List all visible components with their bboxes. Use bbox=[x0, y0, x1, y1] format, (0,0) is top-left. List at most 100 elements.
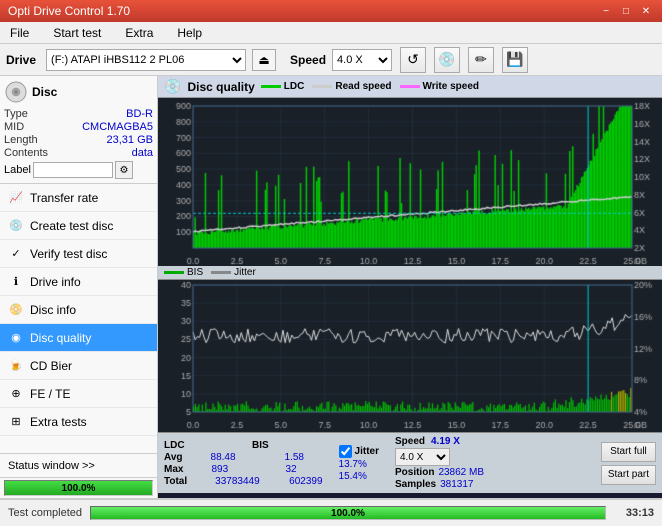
disc-type-value: BD-R bbox=[52, 108, 153, 120]
drivebar: Drive (F:) ATAPI iHBS112 2 PL06 ⏏ Speed … bbox=[0, 44, 662, 76]
sidebar: Disc Type BD-R MID CMCMAGBA5 Length 23,3… bbox=[0, 76, 158, 498]
legend-read: Read speed bbox=[312, 81, 391, 92]
avg-label: Avg bbox=[164, 452, 183, 463]
samples-row: Samples 381317 bbox=[395, 479, 484, 490]
nav-disc-quality[interactable]: ◉ Disc quality bbox=[0, 324, 157, 352]
legend-write-dot bbox=[400, 85, 420, 88]
disc-label-input[interactable] bbox=[33, 162, 113, 178]
nav-disc-info[interactable]: 📀 Disc info bbox=[0, 296, 157, 324]
speed-row: Speed 4.19 X bbox=[395, 436, 484, 447]
minimize-button[interactable]: − bbox=[598, 3, 614, 19]
speed-select[interactable]: 4.0 X bbox=[332, 49, 392, 71]
nav-transfer-rate-label: Transfer rate bbox=[30, 191, 98, 205]
disc-mid-label: MID bbox=[4, 121, 48, 133]
legend-read-label: Read speed bbox=[335, 81, 391, 92]
save-button[interactable]: 💾 bbox=[502, 47, 528, 73]
nav-cd-bier[interactable]: 🍺 CD Bier bbox=[0, 352, 157, 380]
legend-bis: BIS bbox=[164, 267, 203, 278]
stats-bar: LDC BIS Avg 88.48 1.58 Max 893 32 Total … bbox=[158, 432, 662, 493]
avg-row: Avg 88.48 1.58 bbox=[164, 452, 323, 463]
nav-verify-disc-label: Verify test disc bbox=[30, 247, 107, 261]
test-speed-select[interactable]: 4.0 X bbox=[395, 448, 450, 466]
window-controls: − □ ✕ bbox=[598, 3, 654, 19]
total-label: Total bbox=[164, 476, 187, 487]
disc-contents-label: Contents bbox=[4, 147, 48, 159]
eject-button[interactable]: ⏏ bbox=[252, 49, 276, 71]
transfer-rate-icon: 📈 bbox=[8, 190, 24, 206]
nav-extra-tests[interactable]: ⊞ Extra tests bbox=[0, 408, 157, 436]
disc-title: Disc bbox=[32, 85, 57, 99]
legend-bis-dot bbox=[164, 271, 184, 274]
nav-cd-bier-label: CD Bier bbox=[30, 359, 72, 373]
create-disc-icon: 💿 bbox=[8, 218, 24, 234]
sidebar-progress-container: 100.0% bbox=[4, 480, 153, 496]
total-ldc-value: 33783449 bbox=[215, 476, 261, 487]
disc-quality-icon: ◉ bbox=[8, 330, 24, 346]
menu-file[interactable]: File bbox=[4, 24, 35, 42]
max-row: Max 893 32 bbox=[164, 464, 323, 475]
jitter-col-header: Jitter bbox=[355, 446, 379, 457]
max-jitter-value: 15.4% bbox=[339, 471, 367, 482]
disc-label-label: Label bbox=[4, 164, 31, 176]
nav-create-disc-label: Create test disc bbox=[30, 219, 113, 233]
status-window-button[interactable]: Status window >> bbox=[0, 454, 157, 478]
stats-headers: LDC BIS bbox=[164, 440, 323, 451]
disc-info-icon: 📀 bbox=[8, 302, 24, 318]
bis-chart bbox=[158, 280, 662, 430]
samples-value: 381317 bbox=[440, 479, 473, 490]
nav-create-test-disc[interactable]: 💿 Create test disc bbox=[0, 212, 157, 240]
verify-disc-icon: ✓ bbox=[8, 246, 24, 262]
nav-verify-test-disc[interactable]: ✓ Verify test disc bbox=[0, 240, 157, 268]
samples-label: Samples bbox=[395, 479, 436, 490]
start-part-button[interactable]: Start part bbox=[601, 465, 656, 485]
ldc-bis-stats: LDC BIS Avg 88.48 1.58 Max 893 32 Total … bbox=[164, 440, 323, 487]
avg-ldc-value: 88.48 bbox=[211, 452, 257, 463]
avg-bis-value: 1.58 bbox=[285, 452, 304, 463]
extra-tests-icon: ⊞ bbox=[8, 414, 24, 430]
bottom-status-text: Test completed bbox=[8, 507, 82, 519]
nav-extra-tests-label: Extra tests bbox=[30, 415, 87, 429]
menu-help[interactable]: Help bbox=[171, 24, 208, 42]
avg-jitter-value: 13.7% bbox=[339, 459, 367, 470]
nav-transfer-rate[interactable]: 📈 Transfer rate bbox=[0, 184, 157, 212]
speed-position-stats: Speed 4.19 X 4.0 X Position 23862 MB Sam… bbox=[395, 436, 484, 490]
total-bis-value: 602399 bbox=[289, 476, 322, 487]
status-bar-area: Status window >> 100.0% bbox=[0, 453, 157, 498]
maximize-button[interactable]: □ bbox=[618, 3, 634, 19]
label-row: Label ⚙ bbox=[4, 161, 153, 179]
menu-extra[interactable]: Extra bbox=[119, 24, 159, 42]
drive-info-icon: ℹ bbox=[8, 274, 24, 290]
drive-select[interactable]: (F:) ATAPI iHBS112 2 PL06 bbox=[46, 49, 246, 71]
nav-items: 📈 Transfer rate 💿 Create test disc ✓ Ver… bbox=[0, 184, 157, 453]
app-title: Opti Drive Control 1.70 bbox=[8, 4, 130, 18]
nav-fe-te[interactable]: ⊕ FE / TE bbox=[0, 380, 157, 408]
bottom-progress-text: 100.0% bbox=[91, 507, 605, 519]
speed-stat-value: 4.19 X bbox=[431, 436, 460, 447]
ldc-col-header: LDC bbox=[164, 440, 224, 451]
start-full-button[interactable]: Start full bbox=[601, 442, 656, 462]
disc-button[interactable]: 💿 bbox=[434, 47, 460, 73]
nav-drive-info[interactable]: ℹ Drive info bbox=[0, 268, 157, 296]
write-button[interactable]: ✏ bbox=[468, 47, 494, 73]
disc-quality-title: Disc quality bbox=[187, 80, 254, 94]
disc-length-value: 23,31 GB bbox=[52, 134, 153, 146]
bis-chart-wrapper bbox=[158, 280, 662, 432]
disc-header: Disc bbox=[4, 80, 153, 104]
menu-start-test[interactable]: Start test bbox=[47, 24, 107, 42]
close-button[interactable]: ✕ bbox=[638, 3, 654, 19]
app-title-area: Opti Drive Control 1.70 bbox=[8, 4, 130, 18]
speed-stat-label: Speed bbox=[395, 436, 425, 447]
total-row: Total 33783449 602399 bbox=[164, 476, 323, 487]
jitter-checkbox[interactable] bbox=[339, 445, 352, 458]
legend-jitter: Jitter bbox=[211, 267, 256, 278]
time-display: 33:13 bbox=[614, 507, 654, 519]
disc-length-label: Length bbox=[4, 134, 48, 146]
nav-fe-te-label: FE / TE bbox=[30, 387, 70, 401]
legend-read-dot bbox=[312, 85, 332, 88]
refresh-button[interactable]: ↺ bbox=[400, 47, 426, 73]
disc-panel: Disc Type BD-R MID CMCMAGBA5 Length 23,3… bbox=[0, 76, 157, 184]
disc-mid-value: CMCMAGBA5 bbox=[52, 121, 153, 133]
disc-label-button[interactable]: ⚙ bbox=[115, 161, 133, 179]
action-buttons: Start full Start part bbox=[601, 442, 656, 485]
legend-write-label: Write speed bbox=[423, 81, 480, 92]
